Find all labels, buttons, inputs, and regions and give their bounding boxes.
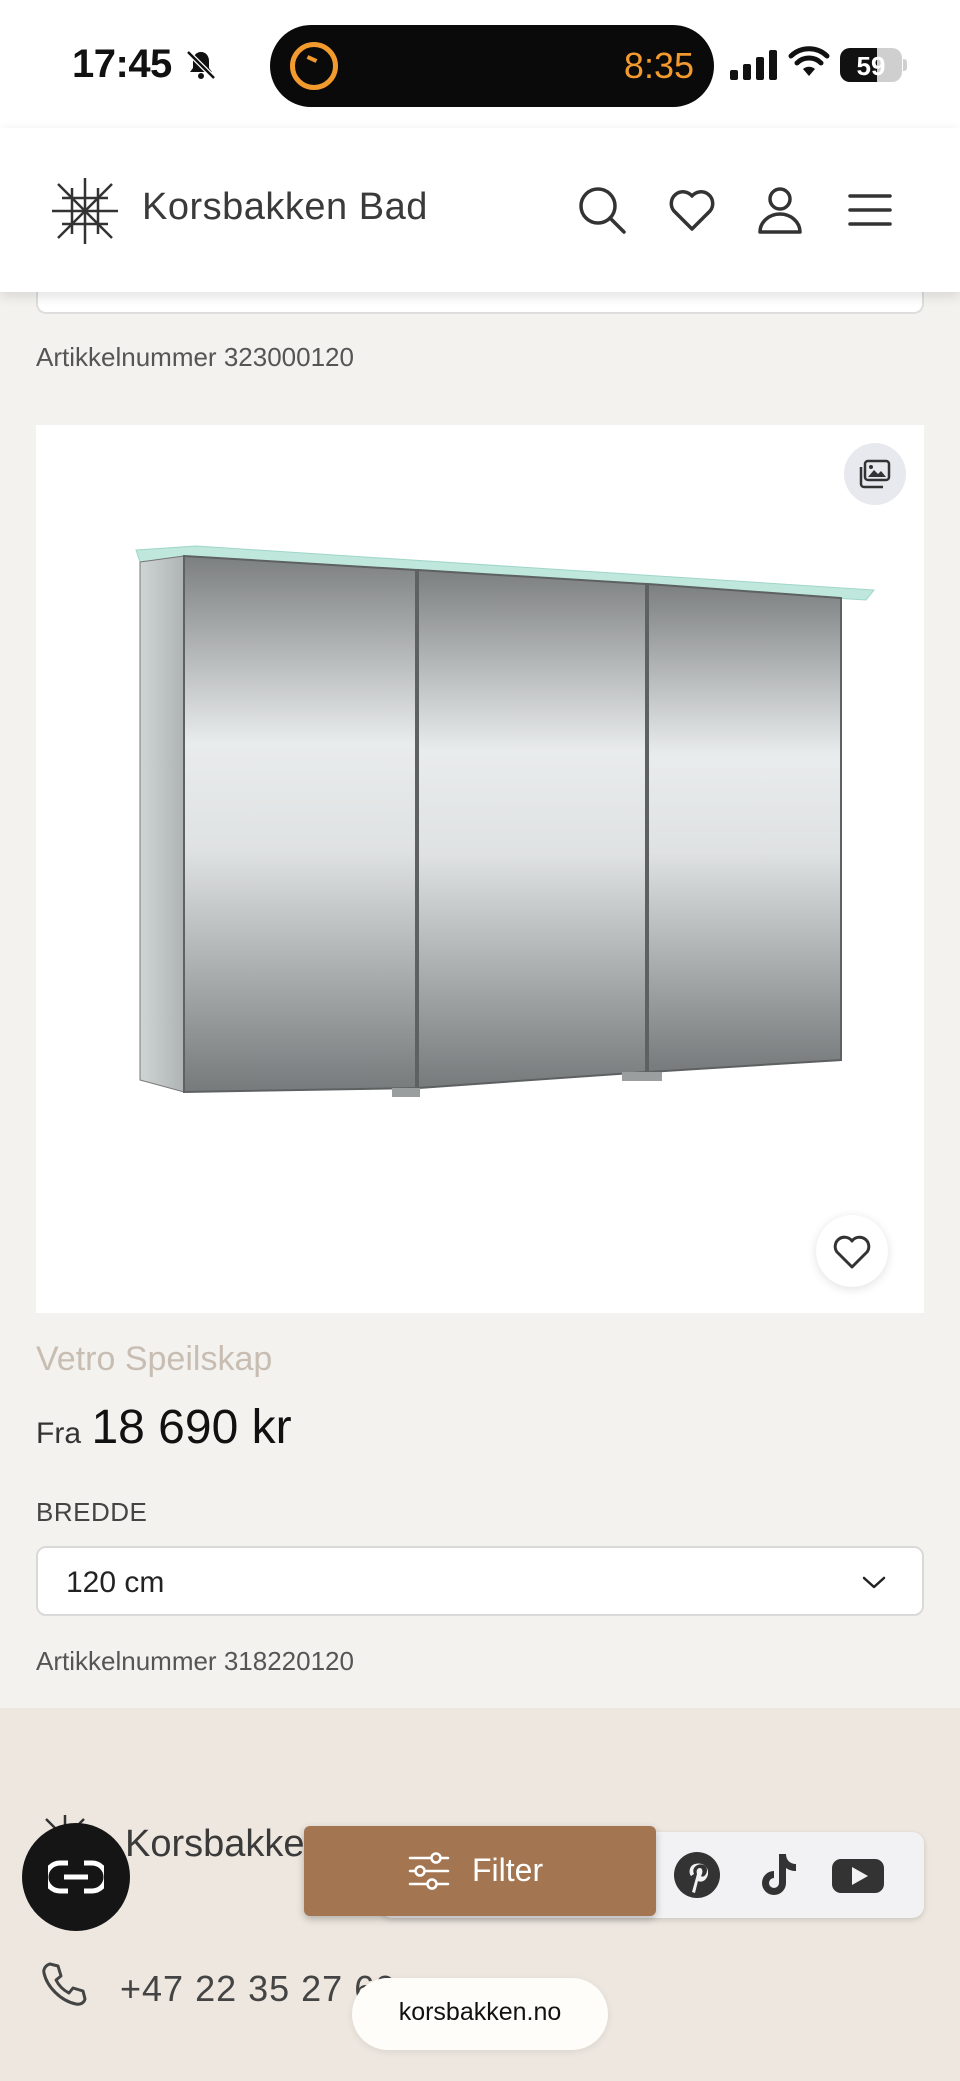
- dynamic-island[interactable]: 8:35: [270, 25, 714, 107]
- product-image-card[interactable]: [36, 425, 924, 1313]
- search-icon[interactable]: [576, 184, 628, 236]
- chat-button[interactable]: [22, 1823, 130, 1931]
- product-image[interactable]: [96, 540, 876, 1100]
- phone-icon[interactable]: [40, 1960, 88, 2008]
- previous-article-number: Artikkelnummer 323000120: [36, 342, 354, 372]
- menu-icon[interactable]: [844, 184, 896, 236]
- site-header: Korsbakken Bad: [0, 128, 960, 292]
- heart-icon[interactable]: [666, 184, 718, 236]
- brand-logo-icon[interactable]: [50, 176, 120, 246]
- footer-brand-name[interactable]: Korsbakken: [125, 1823, 326, 1866]
- filter-icon: [408, 1852, 450, 1890]
- wifi-icon: [788, 46, 830, 76]
- product-price: Fra 18 690 kr: [36, 1400, 292, 1455]
- status-time: 17:45: [72, 42, 172, 86]
- width-select[interactable]: 120 cm: [36, 1546, 924, 1616]
- gallery-icon: [859, 459, 891, 489]
- account-icon[interactable]: [754, 184, 806, 236]
- pinterest-icon[interactable]: [672, 1850, 722, 1900]
- chat-icon: [48, 1860, 104, 1894]
- product-name[interactable]: Vetro Speilskap: [36, 1340, 272, 1379]
- battery-icon: 59: [840, 48, 908, 82]
- price-prefix: Fra: [36, 1417, 81, 1450]
- timer-icon: [290, 42, 338, 90]
- status-bar: 17:45 8:35 59: [0, 0, 960, 128]
- favorite-heart-icon: [833, 1235, 871, 1269]
- timer-countdown: 8:35: [623, 45, 694, 86]
- width-label: BREDDE: [36, 1497, 148, 1527]
- tiktok-icon[interactable]: [752, 1850, 802, 1900]
- gallery-button[interactable]: [844, 443, 906, 505]
- chevron-down-icon: [862, 1576, 886, 1589]
- battery-level: 59: [856, 51, 886, 81]
- youtube-icon[interactable]: [830, 1850, 886, 1900]
- width-select-value: 120 cm: [66, 1566, 165, 1599]
- filter-label: Filter: [472, 1852, 544, 1888]
- cellular-signal-icon: [730, 50, 777, 80]
- favorite-button[interactable]: [816, 1215, 888, 1287]
- brand-name[interactable]: Korsbakken Bad: [142, 186, 428, 229]
- url-bar[interactable]: korsbakken.no: [352, 1978, 608, 2050]
- price-value: 18 690 kr: [91, 1401, 292, 1454]
- silent-bell-icon: [186, 50, 216, 80]
- filter-button[interactable]: Filter: [304, 1826, 656, 1916]
- url-text: korsbakken.no: [398, 1998, 562, 2026]
- article-number: Artikkelnummer 318220120: [36, 1646, 354, 1676]
